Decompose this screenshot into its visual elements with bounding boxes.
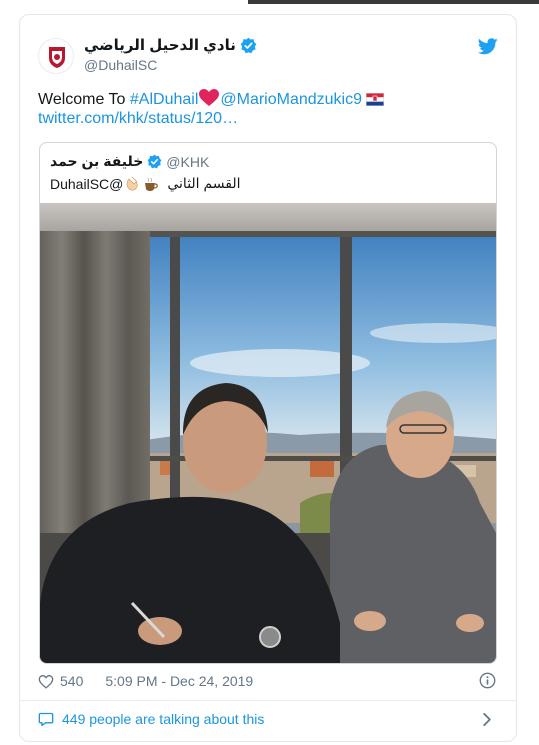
tweet-timestamp[interactable]: 5:09 PM - Dec 24, 2019	[105, 673, 253, 689]
author-name-row[interactable]: نادي الدحيل الرياضي	[84, 35, 257, 55]
heart-outline-icon	[38, 674, 54, 689]
hashtag-link[interactable]: #AlDuhail	[130, 91, 198, 108]
footer-divider	[20, 700, 516, 701]
chevron-right-icon[interactable]	[482, 712, 492, 732]
mention-link[interactable]: @MarioMandzukic9	[220, 91, 362, 108]
previous-content-strip	[248, 0, 539, 4]
verified-badge-icon	[147, 154, 162, 169]
quoted-tweet[interactable]: خليفة بن حمد @KHK DuhailSC@ القسم الثاني	[39, 142, 497, 664]
tweet-text-prefix: Welcome To	[38, 91, 130, 108]
croatia-flag-icon	[366, 91, 384, 106]
status-link[interactable]: twitter.com/khk/status/120…	[38, 110, 238, 128]
coffee-cup-emoji-icon	[143, 176, 159, 192]
quoted-mention[interactable]: DuhailSC@	[50, 176, 123, 192]
conversation-count-text[interactable]: 449 people are talking about this	[62, 711, 264, 727]
clapping-hands-emoji-icon	[125, 176, 141, 192]
quoted-author-handle[interactable]: @KHK	[166, 154, 209, 170]
quoted-author-name[interactable]: خليفة بن حمد	[50, 153, 143, 170]
club-crest-icon	[49, 47, 65, 68]
like-action[interactable]: 540	[38, 673, 83, 689]
quoted-arabic-text: القسم الثاني	[167, 175, 241, 191]
author-name[interactable]: نادي الدحيل الرياضي	[84, 36, 236, 54]
info-icon[interactable]	[479, 672, 496, 694]
conversation-link[interactable]: 449 people are talking about this	[38, 711, 264, 727]
twitter-bird-icon[interactable]	[477, 38, 498, 60]
author-avatar[interactable]	[38, 38, 74, 74]
verified-badge-icon	[240, 37, 257, 54]
author-handle[interactable]: @DuhailSC	[84, 57, 157, 73]
tweet-footer: 540 5:09 PM - Dec 24, 2019	[38, 671, 253, 691]
like-count: 540	[60, 673, 84, 689]
quoted-author-row: خليفة بن حمد @KHK	[50, 153, 209, 170]
speech-bubble-icon	[38, 712, 54, 726]
quoted-tweet-text: DuhailSC@ القسم الثاني	[50, 175, 241, 192]
signing-photo[interactable]	[40, 203, 496, 663]
